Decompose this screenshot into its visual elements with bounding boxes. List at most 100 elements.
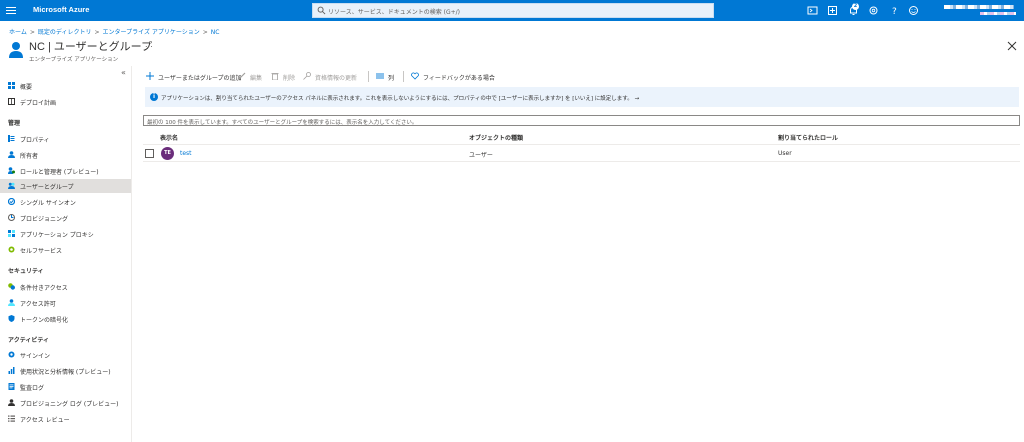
breadcrumb-enterprise-apps[interactable]: エンタープライズ アプリケーション: [102, 29, 199, 36]
sidebar-item-label: プロパティ: [20, 137, 50, 144]
add-user-group-label: ユーザーまたはグループの追加: [158, 75, 242, 82]
usage-insights-icon: [8, 367, 15, 374]
svg-text:?: ?: [892, 7, 897, 16]
sidebar-item-signins[interactable]: サインイン: [0, 348, 131, 362]
column-header-object-type[interactable]: オブジェクトの種類: [469, 133, 523, 142]
column-header-display-name[interactable]: 表示名: [160, 133, 178, 142]
sidebar-item-label: 所有者: [20, 153, 39, 160]
sidebar-item-roles-admins[interactable]: ロールと管理者 (プレビュー): [0, 164, 131, 178]
sidebar-item-provisioning[interactable]: プロビジョニング: [0, 211, 131, 225]
table-row[interactable]: TE test ユーザー User: [143, 145, 1020, 162]
sidebar-section-activity: アクティビティ: [8, 337, 49, 344]
audit-log-icon: [8, 383, 15, 390]
more-options-button[interactable]: ...: [145, 40, 153, 49]
page-title: NC | ユーザーとグループ: [29, 41, 152, 53]
sidebar-item-app-proxy[interactable]: アプリケーション プロキシ: [0, 227, 131, 241]
column-header-assigned-role[interactable]: 割り当てられたロール: [778, 133, 838, 142]
sidebar-item-permissions[interactable]: アクセス許可: [0, 296, 131, 310]
roles-icon: [8, 167, 15, 174]
sidebar-item-label: アプリケーション プロキシ: [20, 232, 94, 239]
top-bar: Microsoft Azure リソース、サービス、ドキュメントの検索 (G+/…: [0, 0, 1024, 21]
access-review-icon: [8, 415, 15, 422]
close-icon[interactable]: [1007, 41, 1017, 51]
sidebar-item-label: トークンの暗号化: [20, 317, 69, 324]
directory-filter-icon[interactable]: [827, 5, 838, 16]
info-icon: i: [150, 93, 158, 101]
self-service-icon: [8, 246, 15, 253]
row-display-name-link[interactable]: test: [180, 150, 192, 157]
sidebar-item-label: ユーザーとグループ: [20, 184, 74, 191]
page-subtitle: エンタープライズ アプリケーション: [29, 57, 119, 63]
token-encryption-icon: [8, 315, 15, 322]
sidebar-section-security: セキュリティ: [8, 268, 44, 275]
breadcrumb: ホーム > 既定のディレクトリ > エンタープライズ アプリケーション > NC: [9, 29, 220, 36]
signin-icon: [8, 351, 15, 358]
sidebar-item-deployment-plan[interactable]: デプロイ計画: [0, 95, 131, 109]
search-icon: [317, 6, 326, 15]
account-menu[interactable]: [940, 3, 1020, 19]
sidebar-item-label: 監査ログ: [20, 385, 45, 392]
info-banner: i アプリケーションは、割り当てられたユーザーのアクセス パネルに表示されます。…: [145, 87, 1019, 107]
sidebar-item-conditional-access[interactable]: 条件付きアクセス: [0, 280, 131, 294]
columns-icon: [376, 73, 384, 79]
account-directory-redacted: [980, 12, 1016, 15]
sidebar-item-owners[interactable]: 所有者: [0, 148, 131, 162]
sidebar-item-overview[interactable]: 概要: [0, 79, 131, 93]
sidebar-item-token-encryption[interactable]: トークンの暗号化: [0, 312, 131, 326]
sidebar-item-label: 概要: [20, 84, 33, 91]
owners-icon: [8, 151, 15, 158]
sidebar-item-label: アクセス レビュー: [20, 417, 70, 424]
sidebar-section-manage: 管理: [8, 120, 21, 127]
sidebar-item-users-groups[interactable]: ユーザーとグループ: [0, 179, 131, 193]
account-name-redacted: [944, 5, 1014, 9]
settings-icon[interactable]: [868, 5, 879, 16]
row-checkbox[interactable]: [145, 149, 154, 158]
sidebar-item-label: ロールと管理者 (プレビュー): [20, 169, 99, 176]
provisioning-log-icon: [8, 399, 15, 406]
search-filter-input[interactable]: 最初の 100 件を表示しています。すべてのユーザーとグループを検索するには、表…: [143, 115, 1020, 126]
users-groups-icon: [8, 182, 15, 189]
sidebar-item-usage-insights[interactable]: 使用状況と分析情報 (プレビュー): [0, 364, 131, 378]
breadcrumb-nc[interactable]: NC: [211, 29, 220, 36]
sidebar-item-label: アクセス許可: [20, 301, 56, 308]
permissions-icon: [8, 299, 15, 306]
notification-badge: 2: [852, 3, 859, 10]
sidebar-item-label: デプロイ計画: [20, 100, 57, 107]
sidebar-item-sso[interactable]: シングル サインオン: [0, 195, 131, 209]
sidebar-item-provisioning-logs[interactable]: プロビジョニング ログ (プレビュー): [0, 396, 131, 410]
feedback-smiley-icon[interactable]: [908, 5, 919, 16]
sidebar-item-label: プロビジョニング: [20, 216, 69, 223]
sidebar-item-audit-logs[interactable]: 監査ログ: [0, 380, 131, 394]
sidebar-item-label: シングル サインオン: [20, 200, 76, 207]
app-proxy-icon: [8, 230, 15, 237]
row-object-type: ユーザー: [469, 152, 493, 159]
cloud-shell-icon[interactable]: [807, 5, 818, 16]
sidebar-item-properties[interactable]: プロパティ: [0, 132, 131, 146]
heart-icon: [411, 72, 419, 80]
sidebar-item-self-service[interactable]: セルフサービス: [0, 243, 131, 257]
edit-label: 編集: [250, 75, 263, 82]
search-placeholder: リソース、サービス、ドキュメントの検索 (G+/): [328, 9, 460, 16]
info-banner-text[interactable]: アプリケーションは、割り当てられたユーザーのアクセス パネルに表示されます。これ…: [161, 94, 639, 102]
filter-placeholder: 最初の 100 件を表示しています。すべてのユーザーとグループを検索するには、表…: [147, 120, 418, 126]
pencil-icon: [238, 72, 246, 80]
command-separator: [403, 71, 404, 82]
sso-icon: [8, 198, 15, 205]
breadcrumb-home[interactable]: ホーム: [9, 29, 27, 36]
search-input[interactable]: リソース、サービス、ドキュメントの検索 (G+/): [312, 3, 714, 18]
collapse-sidebar-button[interactable]: «: [121, 68, 126, 77]
sidebar-item-access-reviews[interactable]: アクセス レビュー: [0, 412, 131, 426]
sidebar-item-label: プロビジョニング ログ (プレビュー): [20, 401, 119, 408]
help-icon[interactable]: ?: [889, 5, 900, 16]
columns-label: 列: [388, 75, 395, 82]
brand-title[interactable]: Microsoft Azure: [33, 5, 89, 14]
plus-icon: [146, 72, 154, 80]
properties-icon: [8, 135, 15, 142]
remove-label: 削除: [283, 75, 296, 82]
grid-icon: [8, 82, 15, 89]
update-credentials-label: 資格情報の更新: [315, 75, 358, 82]
menu-icon[interactable]: [6, 5, 16, 15]
breadcrumb-default-directory[interactable]: 既定のディレクトリ: [38, 29, 92, 36]
command-separator: [368, 71, 369, 82]
trash-icon: [271, 73, 279, 80]
